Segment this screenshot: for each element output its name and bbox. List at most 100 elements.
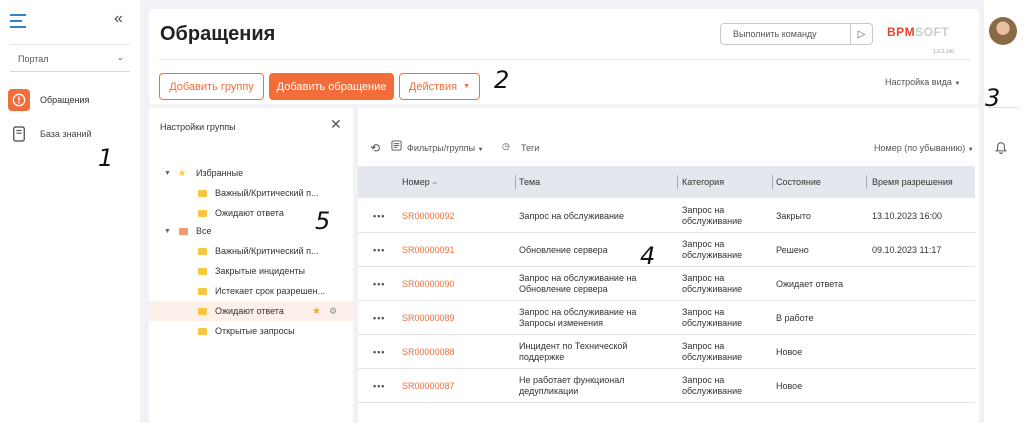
star-icon: ★ [178,167,187,178]
group-panel-title: Настройки группы [160,122,236,132]
table-row[interactable]: ••• SR00000088 Инцидент по Технической п… [358,335,975,369]
table-row[interactable]: ••• SR00000087 Не работает функционал де… [358,369,975,403]
case-number-link[interactable]: SR00000088 [402,335,455,369]
grid-header: Номер ⩦ Тема Категория Состояние Время р… [358,166,975,198]
folder-icon [198,267,207,275]
page-header: Обращения Выполнить команду ▷ BPMSOFT 1.… [149,9,979,104]
column-header-number[interactable]: Номер ⩦ [402,177,437,188]
case-category: Запрос на обслуживание [682,375,743,396]
close-icon[interactable]: ✕ [330,116,342,133]
left-sidebar: « Портал ⌄ Обращения База знаний [0,0,140,423]
menu-icon[interactable] [10,14,26,32]
case-topic: Не работает функционал дедупликации [519,375,625,396]
annotation-number: 3 [985,84,1001,112]
folder-icon [198,327,207,335]
case-number-link[interactable]: SR00000091 [402,233,455,267]
row-actions-icon[interactable]: ••• [373,335,385,369]
filter-icon[interactable] [391,140,402,153]
sort-select[interactable]: Номер (по убыванию) ▼ [874,143,974,153]
gear-icon[interactable]: ⚙ [329,306,337,317]
row-actions-icon[interactable]: ••• [373,199,385,233]
table-row[interactable]: ••• SR00000092 Запрос на обслуживание За… [358,199,975,233]
command-placeholder: Выполнить команду [733,29,817,39]
command-input[interactable]: Выполнить команду ▷ [720,23,873,45]
refresh-icon[interactable]: ⟲ [370,141,380,155]
caret-down-icon: ▼ [954,81,961,87]
tag-icon[interactable]: ◷ [502,141,510,152]
case-number-link[interactable]: SR00000089 [402,301,455,335]
column-header-category[interactable]: Категория [682,177,724,187]
favorite-star-icon[interactable]: ★ [312,306,321,317]
caret-down-icon[interactable]: ▼ [164,228,171,235]
column-separator[interactable] [515,175,516,189]
book-icon [8,123,30,145]
folder-icon [198,209,207,217]
annotation-number: 5 [315,207,331,235]
column-header-state[interactable]: Состояние [776,177,821,187]
tree-item[interactable]: Открытые запросы [149,321,353,341]
column-separator[interactable] [866,175,867,189]
avatar[interactable] [989,17,1017,45]
portal-select[interactable]: Портал ⌄ [10,44,130,72]
collapse-sidebar-icon[interactable]: « [114,10,123,28]
table-row[interactable]: ••• SR00000090 Запрос на обслуживание на… [358,267,975,301]
column-separator[interactable] [677,175,678,189]
tree-item[interactable]: Закрытые инциденты [149,261,353,281]
cases-grid-panel: ⟲ Фильтры/группы ▼ ◷ Теги Номер (по убыв… [358,108,979,423]
tags-button[interactable]: Теги [521,143,539,153]
row-actions-icon[interactable]: ••• [373,233,385,267]
divider [159,59,971,60]
page-title: Обращения [160,23,276,45]
folder-icon [198,189,207,197]
case-number-link[interactable]: SR00000087 [402,369,455,403]
column-header-topic[interactable]: Тема [519,177,540,187]
case-category: Запрос на обслуживание [682,205,743,226]
tree-item-active[interactable]: Ожидают ответа ★ ⚙ [149,301,353,321]
sidebar-item-cases[interactable]: Обращения [8,86,134,114]
add-group-button[interactable]: Добавить группу [159,73,264,100]
row-actions-icon[interactable]: ••• [373,267,385,301]
table-row[interactable]: ••• SR00000091 Обновление сервера Запрос… [358,233,975,267]
folder-icon [179,227,188,235]
right-rail [984,0,1024,423]
folder-icon [198,307,207,315]
row-actions-icon[interactable]: ••• [373,369,385,403]
bell-icon[interactable] [995,140,1007,157]
column-header-resolution-time[interactable]: Время разрешения [872,177,953,187]
case-resolution-time: 13.10.2023 16:00 [872,210,943,221]
case-category: Запрос на обслуживание [682,307,743,328]
case-category: Запрос на обслуживание [682,273,743,294]
case-state: Новое [776,380,803,391]
caret-down-icon[interactable]: ▼ [164,170,171,177]
filters-groups-button[interactable]: Фильтры/группы ▼ [407,143,484,153]
tree-item[interactable]: ▼ ★ Избранные [149,163,353,183]
annotation-number: 4 [640,242,656,270]
sidebar-item-knowledge-base[interactable]: База знаний [8,120,134,148]
tree-item[interactable]: Важный/Критический п... [149,183,353,203]
case-state: Закрыто [776,210,811,221]
case-number-link[interactable]: SR00000090 [402,267,455,301]
chevron-down-icon: ⌄ [116,52,124,62]
play-icon[interactable]: ▷ [850,24,872,44]
annotation-number: 2 [494,66,510,94]
column-separator[interactable] [772,175,773,189]
case-category: Запрос на обслуживание [682,341,743,362]
sort-icon: ⩦ [432,177,438,187]
case-category: Запрос на обслуживание [682,239,743,260]
grid-toolbar: ⟲ Фильтры/группы ▼ ◷ Теги Номер (по убыв… [358,138,979,160]
actions-button[interactable]: Действия ▼ [399,73,480,100]
case-topic: Запрос на обслуживание на Обновление сер… [519,273,637,294]
tree-item[interactable]: Важный/Критический п... [149,241,353,261]
sidebar-item-label: База знаний [40,129,92,139]
view-settings-button[interactable]: Настройка вида ▼ [885,77,960,87]
sidebar-item-label: Обращения [40,95,90,105]
tree-item[interactable]: Истекает срок разрешен... [149,281,353,301]
logo: BPMSOFT [887,25,950,39]
row-actions-icon[interactable]: ••• [373,301,385,335]
case-number-link[interactable]: SR00000092 [402,199,455,233]
table-row[interactable]: ••• SR00000089 Запрос на обслуживание на… [358,301,975,335]
case-state: Новое [776,346,803,357]
group-settings-panel: Настройки группы ✕ ▼ ★ Избранные Важный/… [149,108,353,423]
case-resolution-time: 09.10.2023 11:17 [872,244,942,255]
add-case-button[interactable]: Добавить обращение [269,73,394,100]
